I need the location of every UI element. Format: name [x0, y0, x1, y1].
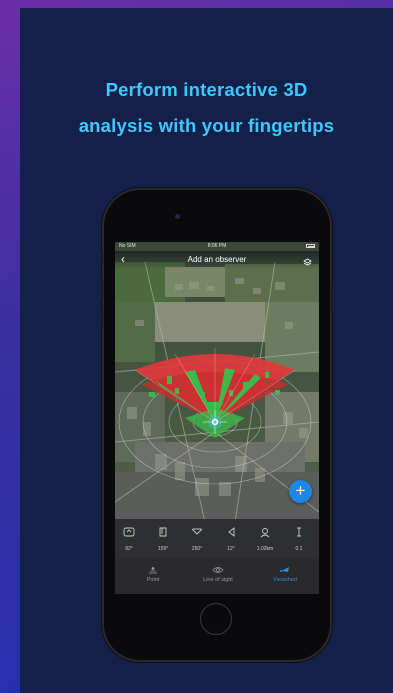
horizontal-fov-value: 250° — [191, 546, 203, 552]
distance-control[interactable]: 1.02km — [251, 525, 279, 552]
pitch-control[interactable]: 159° — [149, 525, 177, 552]
offset-icon — [297, 527, 301, 537]
mute-switch — [101, 252, 103, 264]
analysis-tab-bar: Point Line of sight Viewshed — [115, 559, 319, 594]
tab-point-label: Point — [146, 577, 160, 583]
tab-point[interactable]: Point — [135, 564, 171, 583]
vertical-fov-control[interactable]: 12° — [217, 525, 245, 552]
app-screen: No SIM 8:06 PM ‹ Add an observer + 92° 1… — [115, 242, 319, 594]
distance-icon — [260, 528, 270, 538]
pitch-value: 159° — [157, 546, 169, 552]
offset-value: 0.1 — [295, 546, 303, 552]
vertical-fov-icon — [228, 527, 235, 537]
pitch-icon — [159, 527, 167, 537]
front-camera — [175, 214, 180, 219]
line-of-sight-icon — [212, 566, 224, 573]
viewshed-icon — [280, 566, 289, 572]
point-icon — [149, 566, 157, 573]
distance-value: 1.02km — [256, 546, 274, 552]
clock: 8:06 PM — [207, 243, 227, 249]
headline-line-1: Perform interactive 3D — [105, 79, 308, 100]
status-bar: No SIM 8:06 PM — [115, 242, 319, 251]
heading-value: 92° — [125, 546, 133, 552]
headline: Perform interactive 3D analysis with you… — [20, 72, 393, 144]
phone-frame: No SIM 8:06 PM ‹ Add an observer + 92° 1… — [101, 190, 333, 660]
viewshed-parameters: 92° 159° 250° 12° 1.02km 0.1 — [115, 519, 319, 559]
heading-control[interactable]: 92° — [115, 525, 143, 552]
volume-down-button — [101, 306, 103, 328]
power-button — [331, 282, 333, 312]
horizontal-fov-icon — [191, 528, 203, 535]
nav-bar: ‹ Add an observer — [115, 251, 319, 269]
horizontal-fov-control[interactable]: 250° — [183, 525, 211, 552]
vertical-fov-value: 12° — [227, 546, 235, 552]
tab-line-of-sight[interactable]: Line of sight — [195, 564, 241, 583]
tab-line-of-sight-label: Line of sight — [203, 577, 233, 583]
tab-viewshed-label: Viewshed — [273, 577, 297, 583]
battery-icon — [306, 244, 315, 248]
layers-icon[interactable] — [303, 254, 312, 272]
heading-icon — [123, 527, 135, 537]
headline-line-2: analysis with your fingertips — [78, 115, 335, 136]
tab-viewshed[interactable]: Viewshed — [265, 564, 305, 583]
offset-control[interactable]: 0.1 — [285, 525, 313, 552]
home-button[interactable] — [200, 603, 232, 635]
add-observer-button[interactable]: + — [289, 480, 312, 503]
volume-up-button — [101, 278, 103, 300]
screen-title: Add an observer — [187, 255, 247, 264]
